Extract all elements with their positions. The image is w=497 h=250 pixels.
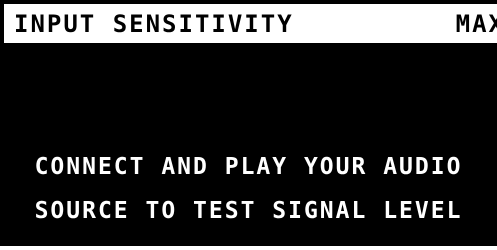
header-bar: INPUT SENSITIVITY MAX	[4, 4, 497, 43]
instruction-line-2: SOURCE TO TEST SIGNAL LEVEL	[34, 198, 463, 224]
page-title: INPUT SENSITIVITY	[14, 10, 294, 38]
instruction-line-1: CONNECT AND PLAY YOUR AUDIO	[34, 154, 463, 180]
device-screen: INPUT SENSITIVITY MAX CONNECT AND PLAY Y…	[0, 0, 497, 246]
sensitivity-value: MAX	[455, 10, 497, 38]
